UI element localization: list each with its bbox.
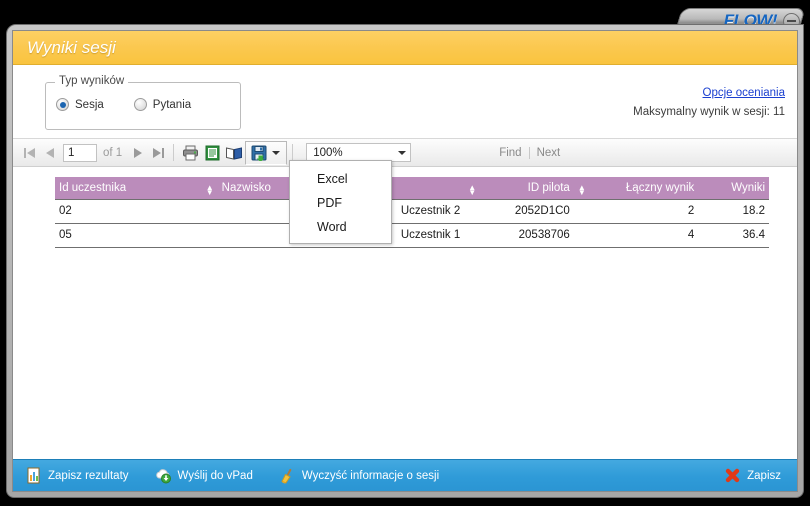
cell-spacer-3: [573, 223, 590, 248]
save-results-button[interactable]: Zapisz rezultaty: [25, 467, 129, 484]
export-menu-item-excel[interactable]: Excel: [290, 167, 391, 191]
results-header-row: Id uczestnika ▲ ▼ Nazwisko ▲ ▼ ID pilota ▲…: [55, 177, 769, 199]
radio-sesja[interactable]: Sesja: [56, 98, 104, 111]
cell-id-pilota: 2052D1C0: [480, 198, 574, 224]
page-title: Wyniki sesji: [27, 37, 116, 57]
result-type-legend: Typ wyników: [55, 75, 129, 87]
application-window: FLOW! Wyniki sesji Typ wyników Sesja Pyt…: [0, 0, 810, 506]
find-separator: [528, 146, 530, 159]
radio-pytania-label: Pytania: [152, 98, 192, 111]
sort-toggle-id-pilota[interactable]: ▲ ▼: [573, 177, 590, 199]
bottom-action-bar: Zapisz rezultaty Wyślij do vPad Wyczyść …: [13, 459, 797, 491]
column-header-id-uczestnika[interactable]: Id uczestnika: [55, 177, 202, 199]
cell-spacer-2: [464, 223, 481, 248]
export-menu-item-pdf[interactable]: PDF: [290, 191, 391, 215]
chevron-down-icon[interactable]: [272, 150, 281, 155]
radio-sesja-label: Sesja: [75, 98, 104, 111]
last-page-icon[interactable]: [148, 143, 168, 163]
send-to-vpad-button[interactable]: Wyślij do vPad: [155, 467, 253, 484]
save-label: Zapisz: [747, 469, 781, 482]
next-button[interactable]: Next: [537, 147, 561, 159]
main-content: Typ wyników Sesja Pytania Opcje oceniani…: [13, 65, 797, 459]
find-area: Find Next: [499, 146, 561, 159]
cell-id-pilota: 20538706: [480, 223, 574, 248]
radio-pytania-dot[interactable]: [133, 98, 147, 111]
sort-toggle-id-uczestnika[interactable]: ▲ ▼: [201, 177, 218, 199]
clear-session-label: Wyczyść informacje o sesji: [301, 469, 440, 482]
grading-options-link[interactable]: Opcje oceniania: [703, 87, 785, 99]
cell-spacer-2: [464, 198, 481, 224]
window-frame: Wyniki sesji Typ wyników Sesja Pytania O…: [6, 24, 804, 498]
cell-spacer-3: [573, 198, 590, 224]
save-results-label: Zapisz rezultaty: [48, 469, 129, 482]
sort-toggle-nazwisko[interactable]: ▲ ▼: [464, 177, 481, 199]
report-toolbar: 1 of 1 100% Find Next: [13, 138, 797, 167]
report-area: Id uczestnika ▲ ▼ Nazwisko ▲ ▼ ID pilota ▲…: [13, 167, 797, 459]
window-body: Wyniki sesji Typ wyników Sesja Pytania O…: [12, 30, 798, 492]
toolbar-separator-2: [292, 144, 294, 161]
previous-page-icon[interactable]: [39, 143, 59, 163]
broom-icon: [279, 467, 296, 484]
cell-laczny-wynik: 2: [589, 198, 699, 224]
export-dropdown-menu[interactable]: Excel PDF Word: [289, 160, 392, 244]
chart-document-icon: [25, 467, 42, 484]
find-button[interactable]: Find: [499, 147, 521, 159]
print-layout-icon[interactable]: [223, 142, 245, 164]
first-page-icon[interactable]: [19, 143, 39, 163]
table-row[interactable]: 05 Uczestnik 1 20538706 4 36.4: [55, 223, 769, 248]
zoom-chevron-down-icon[interactable]: [398, 150, 407, 155]
export-button-group[interactable]: [245, 140, 288, 165]
max-score-text: Maksymalny wynik w sesji: 11: [633, 106, 785, 118]
cell-spacer-1: [201, 198, 218, 224]
cell-wyniki: 36.4: [698, 223, 769, 248]
cell-wyniki: 18.2: [698, 198, 769, 224]
radio-pytania[interactable]: Pytania: [133, 98, 192, 111]
page-count-label: of 1: [103, 146, 123, 159]
zoom-value: 100%: [313, 146, 343, 159]
cell-id-uczestnika: 05: [55, 223, 202, 248]
cloud-download-icon: [155, 467, 172, 484]
print-icon[interactable]: [179, 142, 201, 164]
title-bar: Wyniki sesji: [13, 31, 797, 65]
next-page-icon[interactable]: [128, 143, 148, 163]
column-header-id-pilota[interactable]: ID pilota: [480, 177, 574, 199]
results-table-head: Id uczestnika ▲ ▼ Nazwisko ▲ ▼ ID pilota ▲…: [55, 177, 769, 199]
export-save-icon[interactable]: [248, 142, 270, 164]
cell-spacer-1: [201, 223, 218, 248]
toolbar-separator-1: [173, 144, 175, 161]
clear-session-button[interactable]: Wyczyść informacje o sesji: [279, 467, 439, 484]
result-type-radio-group: Sesja Pytania: [56, 98, 191, 111]
page-setup-icon[interactable]: [201, 142, 223, 164]
column-header-laczny-wynik[interactable]: Łączny wynik: [589, 177, 699, 199]
send-to-vpad-label: Wyślij do vPad: [177, 469, 253, 482]
red-x-icon: [724, 467, 741, 484]
result-type-fieldset: Typ wyników Sesja Pytania: [45, 75, 241, 130]
save-button[interactable]: Zapisz: [724, 467, 781, 484]
page-number-input[interactable]: 1: [63, 143, 97, 162]
radio-sesja-dot[interactable]: [56, 98, 69, 111]
cell-laczny-wynik: 4: [589, 223, 699, 248]
table-row[interactable]: 02 Uczestnik 2 2052D1C0 2 18.2: [55, 198, 769, 224]
column-header-wyniki[interactable]: Wyniki: [698, 177, 769, 199]
results-table: Id uczestnika ▲ ▼ Nazwisko ▲ ▼ ID pilota ▲…: [55, 177, 769, 248]
cell-id-uczestnika: 02: [55, 198, 202, 224]
results-table-body: 02 Uczestnik 2 2052D1C0 2 18.2 05 Uczest…: [55, 198, 769, 248]
export-menu-item-word[interactable]: Word: [290, 215, 391, 239]
